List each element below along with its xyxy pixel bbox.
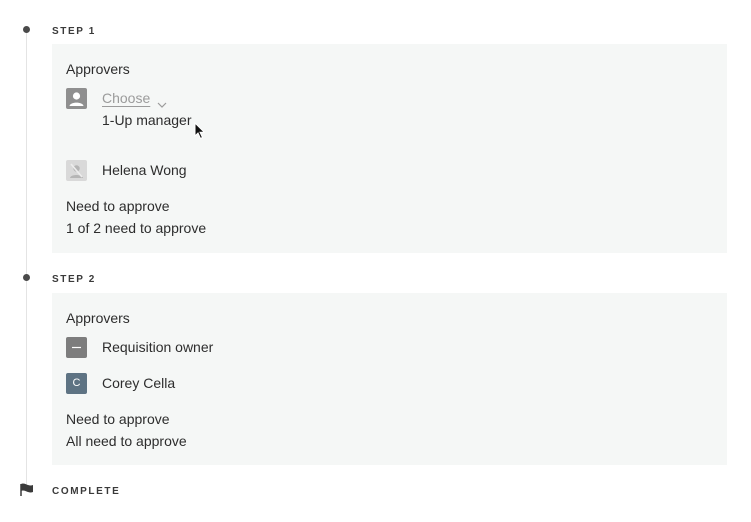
approver-name: Corey Cella (102, 375, 176, 391)
need-to-approve-value: 1 of 2 need to approve (66, 220, 207, 236)
step-2-label: STEP 2 (52, 274, 96, 285)
choose-approver-dropdown[interactable]: Choose (102, 90, 150, 106)
step-1-marker (23, 26, 30, 33)
step-1-card: Approvers Choose 1-Up manager Helena Won… (52, 44, 727, 253)
flag-icon (19, 482, 35, 498)
requisition-owner-icon (66, 337, 87, 358)
avatar: C (66, 373, 87, 394)
need-to-approve-value: All need to approve (66, 433, 187, 449)
person-placeholder-icon (66, 88, 87, 109)
chevron-down-icon[interactable] (157, 95, 167, 108)
step-2-marker (23, 274, 30, 281)
requisition-owner-label: Requisition owner (102, 339, 214, 355)
need-to-approve-label: Need to approve (66, 411, 170, 427)
person-disabled-icon (66, 160, 87, 181)
complete-label: COMPLETE (52, 486, 121, 497)
choose-subtitle: 1-Up manager (102, 112, 192, 128)
step-2-card: Approvers Requisition owner C Corey Cell… (52, 293, 727, 465)
mouse-cursor-icon (194, 121, 206, 140)
approvers-heading: Approvers (66, 61, 130, 77)
approvers-heading: Approvers (66, 310, 130, 326)
step-1-label: STEP 1 (52, 26, 96, 37)
timeline-line (26, 30, 27, 490)
approver-name: Helena Wong (102, 162, 187, 178)
need-to-approve-label: Need to approve (66, 198, 170, 214)
